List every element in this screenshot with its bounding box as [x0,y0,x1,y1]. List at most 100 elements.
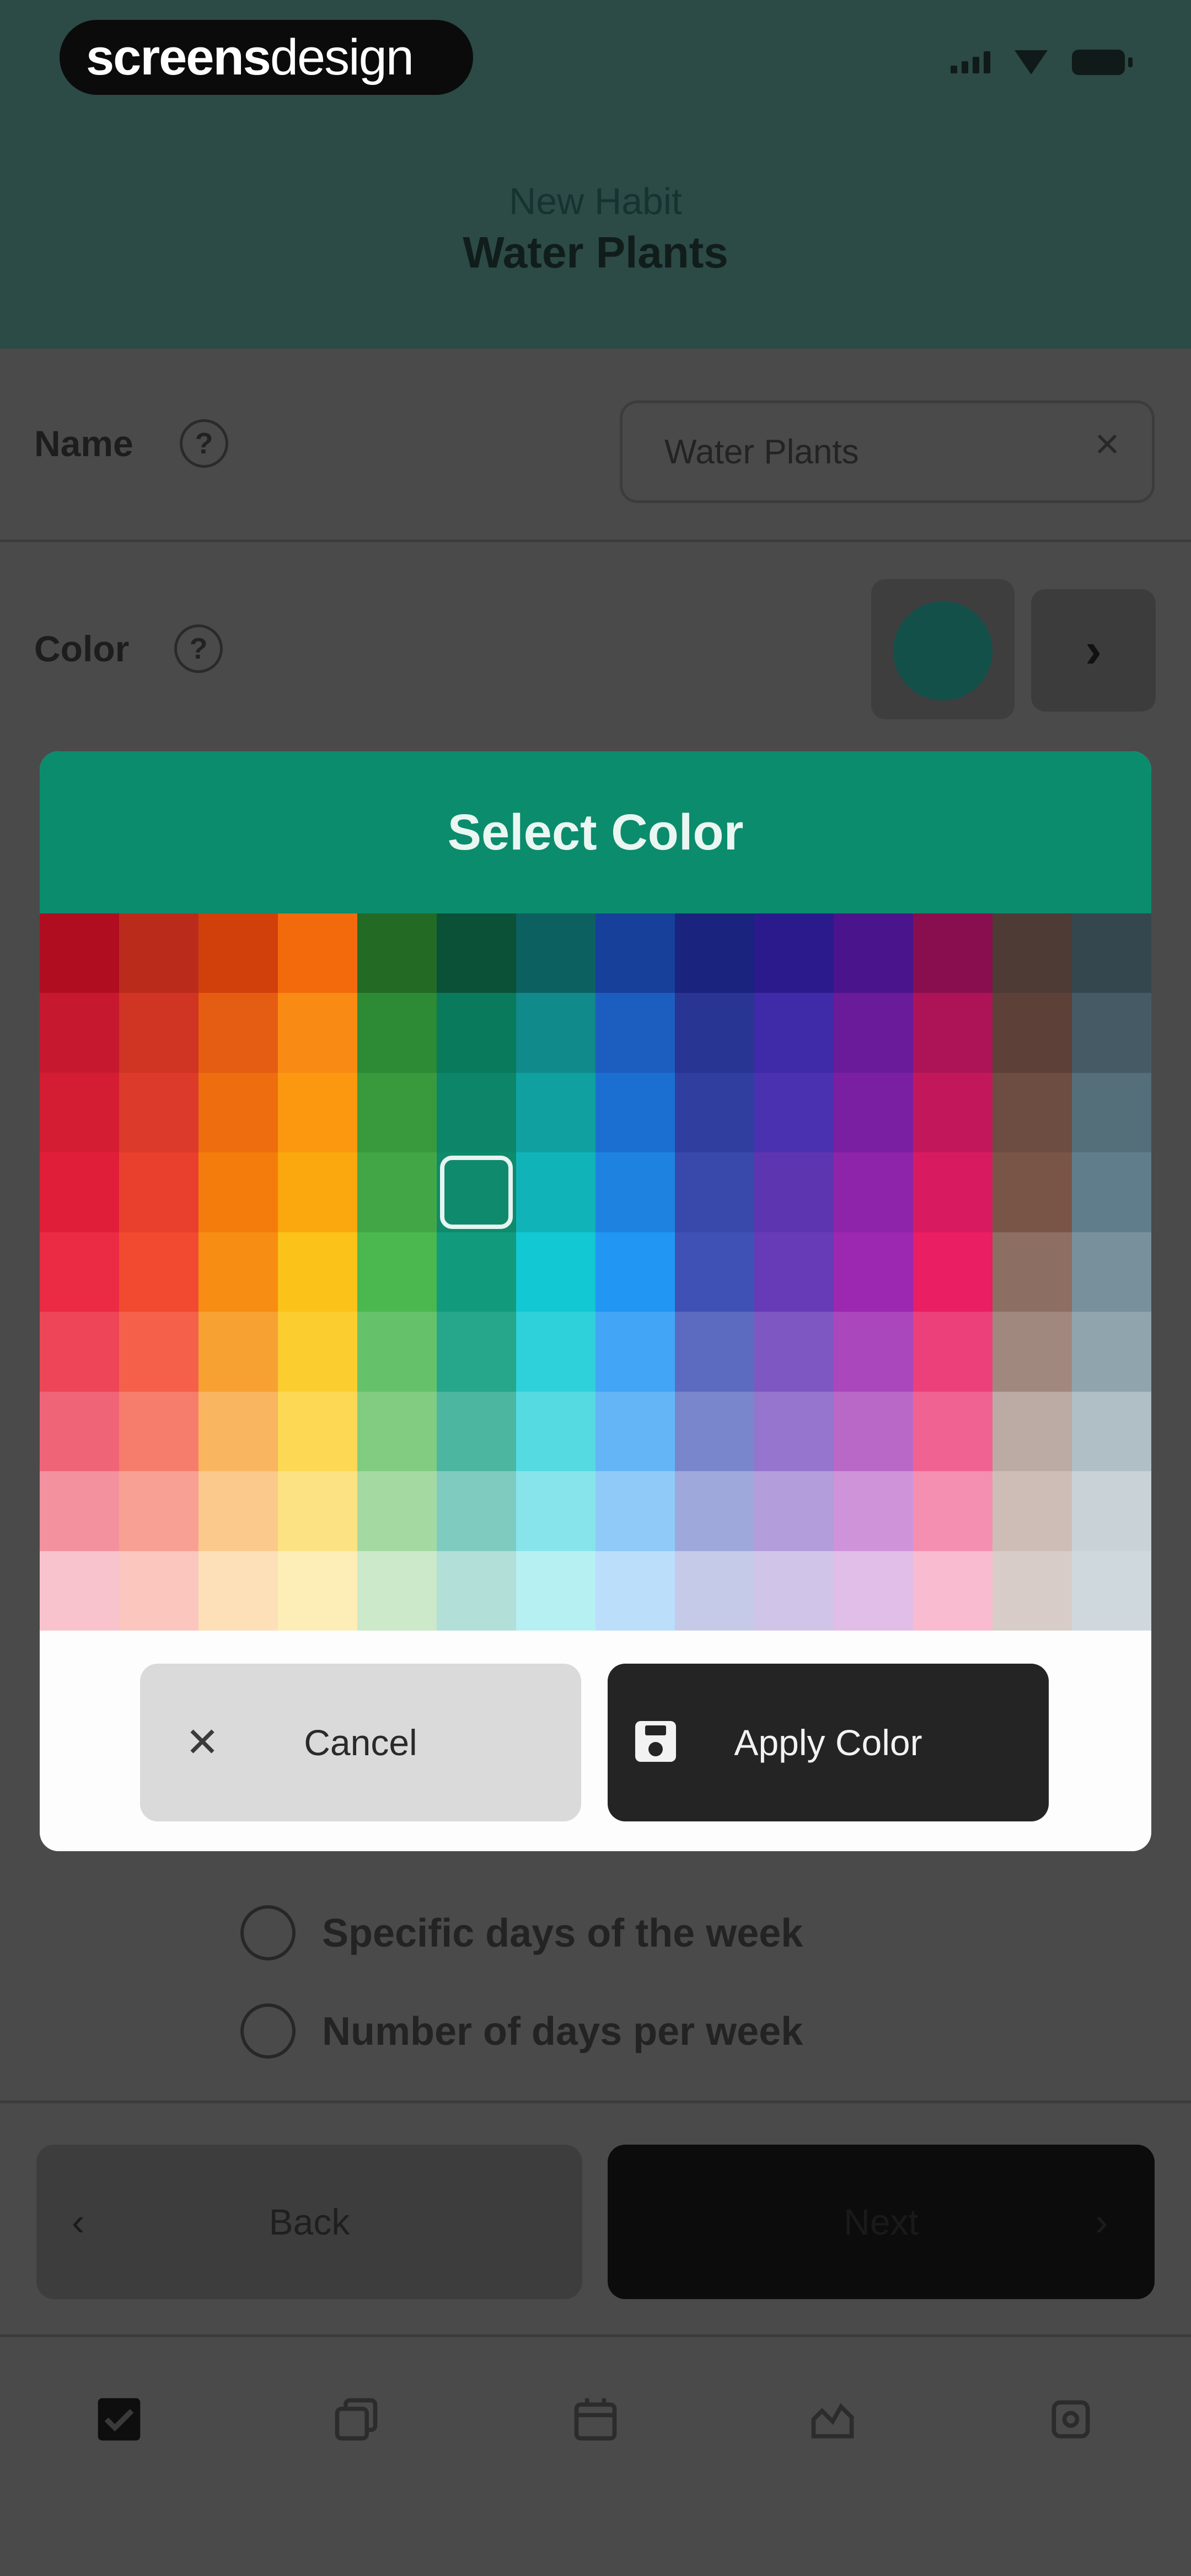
color-swatch[interactable] [119,1232,198,1312]
color-swatch[interactable] [834,1072,913,1153]
color-swatch[interactable] [913,1072,993,1153]
color-swatch[interactable] [596,1072,675,1153]
color-swatch[interactable] [40,1391,119,1472]
color-swatch[interactable] [993,1232,1072,1312]
color-swatch[interactable] [754,1072,834,1153]
color-swatch[interactable] [516,1312,596,1392]
color-swatch[interactable] [357,913,437,993]
color-swatch[interactable] [834,1391,913,1472]
color-swatch[interactable] [913,913,993,993]
color-swatch[interactable] [357,1312,437,1392]
color-swatch[interactable] [437,1471,516,1551]
stats-tab-icon[interactable] [805,2392,860,2447]
color-swatch[interactable] [675,993,754,1073]
color-swatch[interactable] [437,1551,516,1631]
color-swatch[interactable] [357,1152,437,1232]
color-swatch[interactable] [993,1152,1072,1232]
color-swatch[interactable] [40,1232,119,1312]
name-field[interactable]: Water Plants [620,400,1155,503]
color-swatch[interactable] [834,1152,913,1232]
radio-days-per-week[interactable] [240,2003,296,2059]
color-swatch[interactable] [40,913,119,993]
next-button[interactable]: Next [608,2145,1155,2299]
color-swatch[interactable] [596,1471,675,1551]
color-swatch[interactable] [993,1312,1072,1392]
color-swatch[interactable] [357,1232,437,1312]
color-swatch[interactable] [198,1391,278,1472]
color-swatch[interactable] [516,1152,596,1232]
clear-icon[interactable]: × [1085,421,1129,466]
color-swatch[interactable] [1072,913,1151,993]
color-swatch[interactable] [834,1232,913,1312]
color-swatch[interactable] [675,913,754,993]
color-swatch[interactable] [754,1471,834,1551]
chevron-right-icon[interactable]: › [1031,589,1156,712]
color-swatch[interactable] [1072,1072,1151,1153]
color-swatch[interactable] [437,1312,516,1392]
color-swatch[interactable] [596,1232,675,1312]
back-button[interactable]: Back [36,2145,582,2299]
color-swatch[interactable] [437,913,516,993]
color-swatch[interactable] [675,1152,754,1232]
radio-specific-days[interactable] [240,1905,296,1960]
color-swatch[interactable] [198,993,278,1073]
color-swatch[interactable] [198,913,278,993]
color-swatch[interactable] [40,1152,119,1232]
color-swatch[interactable] [516,1391,596,1472]
color-swatch[interactable] [913,1551,993,1631]
color-swatch[interactable] [198,1152,278,1232]
color-swatch[interactable] [40,1551,119,1631]
color-swatch[interactable] [40,1312,119,1392]
color-swatch[interactable] [437,1391,516,1472]
color-swatch[interactable] [913,1232,993,1312]
color-swatch[interactable] [913,1312,993,1392]
color-swatch[interactable] [675,1072,754,1153]
color-swatch[interactable] [278,1551,357,1631]
color-swatch[interactable] [119,1312,198,1392]
color-swatch[interactable] [834,1551,913,1631]
color-swatch[interactable] [119,1471,198,1551]
color-swatch[interactable] [516,1551,596,1631]
color-swatch[interactable] [1072,1152,1151,1232]
color-swatch[interactable] [754,1152,834,1232]
color-swatch[interactable] [278,1152,357,1232]
color-swatch[interactable] [754,1232,834,1312]
color-swatch[interactable] [40,1471,119,1551]
color-swatch[interactable] [357,1391,437,1472]
color-swatch[interactable] [596,1152,675,1232]
color-swatch[interactable] [754,913,834,993]
color-swatch[interactable] [596,1312,675,1392]
color-swatch[interactable] [516,913,596,993]
color-swatch[interactable] [198,1232,278,1312]
color-swatch[interactable] [993,1471,1072,1551]
color-swatch[interactable] [198,1312,278,1392]
color-swatch[interactable] [993,1551,1072,1631]
color-swatch[interactable] [278,1232,357,1312]
color-swatch[interactable] [1072,1551,1151,1631]
color-swatch[interactable] [119,913,198,993]
settings-tab-icon[interactable] [1043,2392,1098,2447]
color-swatch-selected[interactable] [437,1152,516,1232]
color-swatch[interactable] [596,993,675,1073]
color-swatch[interactable] [357,1551,437,1631]
color-swatch[interactable] [437,993,516,1073]
color-swatch[interactable] [834,1471,913,1551]
copy-tab-icon[interactable] [329,2392,384,2447]
color-swatch[interactable] [913,1152,993,1232]
color-swatch[interactable] [278,1072,357,1153]
color-swatch[interactable] [913,993,993,1073]
color-swatch[interactable] [278,993,357,1073]
apply-color-button[interactable]: Apply Color [608,1664,1049,1821]
color-swatch[interactable] [119,1152,198,1232]
color-swatch[interactable] [357,1471,437,1551]
color-swatch[interactable] [834,913,913,993]
color-swatch[interactable] [675,1391,754,1472]
color-swatch[interactable] [834,1312,913,1392]
color-swatch[interactable] [119,1391,198,1472]
color-swatch[interactable] [1072,993,1151,1073]
cancel-button[interactable]: ✕ Cancel [140,1664,581,1821]
color-swatch[interactable] [675,1232,754,1312]
color-swatch[interactable] [516,1471,596,1551]
color-swatch[interactable] [754,993,834,1073]
color-swatch[interactable] [357,1072,437,1153]
